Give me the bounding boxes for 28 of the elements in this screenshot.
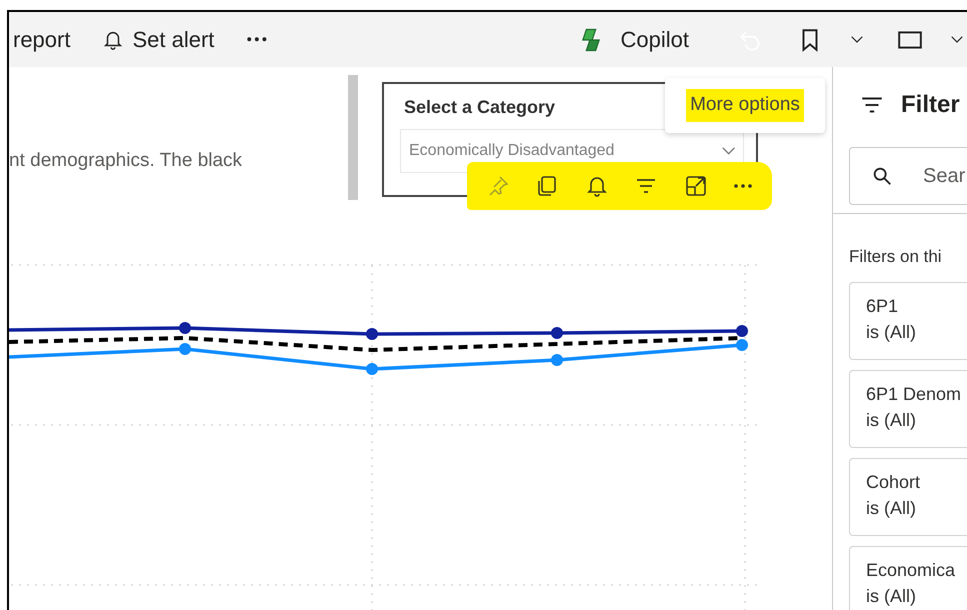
scroll-bar[interactable]	[348, 75, 358, 200]
search-field[interactable]: Sear	[849, 147, 967, 205]
report-button[interactable]: report	[9, 23, 74, 56]
filter-card[interactable]: 6P1 Denom is (All)	[849, 370, 967, 448]
data-point	[366, 328, 378, 340]
data-point	[736, 339, 748, 351]
pane-title: Filter	[901, 90, 960, 120]
bell-icon	[584, 174, 609, 198]
more-icon	[246, 36, 268, 43]
section-label: Filters on thi	[849, 246, 943, 268]
filter-card[interactable]: Economica is (All)	[849, 546, 967, 610]
slicer-title: Select a Category	[404, 96, 556, 119]
data-point	[551, 327, 563, 339]
data-point	[551, 354, 563, 366]
data-point	[179, 343, 191, 355]
search-icon	[871, 165, 893, 187]
chevron-icon	[722, 147, 735, 155]
data-point	[736, 325, 748, 337]
set-alert-button[interactable]: Set alert	[98, 23, 218, 56]
data-point	[366, 363, 378, 375]
tooltip-text: More options	[686, 89, 804, 122]
filter-card[interactable]: Cohort is (All)	[849, 458, 967, 536]
filter-card[interactable]: 6P1 is (All)	[849, 282, 967, 360]
more-icon	[733, 183, 754, 189]
expand-icon	[684, 174, 708, 198]
copilot-button[interactable]: Copilot	[572, 23, 693, 56]
data-point	[179, 322, 191, 334]
description-text: nt demographics. The black	[9, 149, 242, 173]
